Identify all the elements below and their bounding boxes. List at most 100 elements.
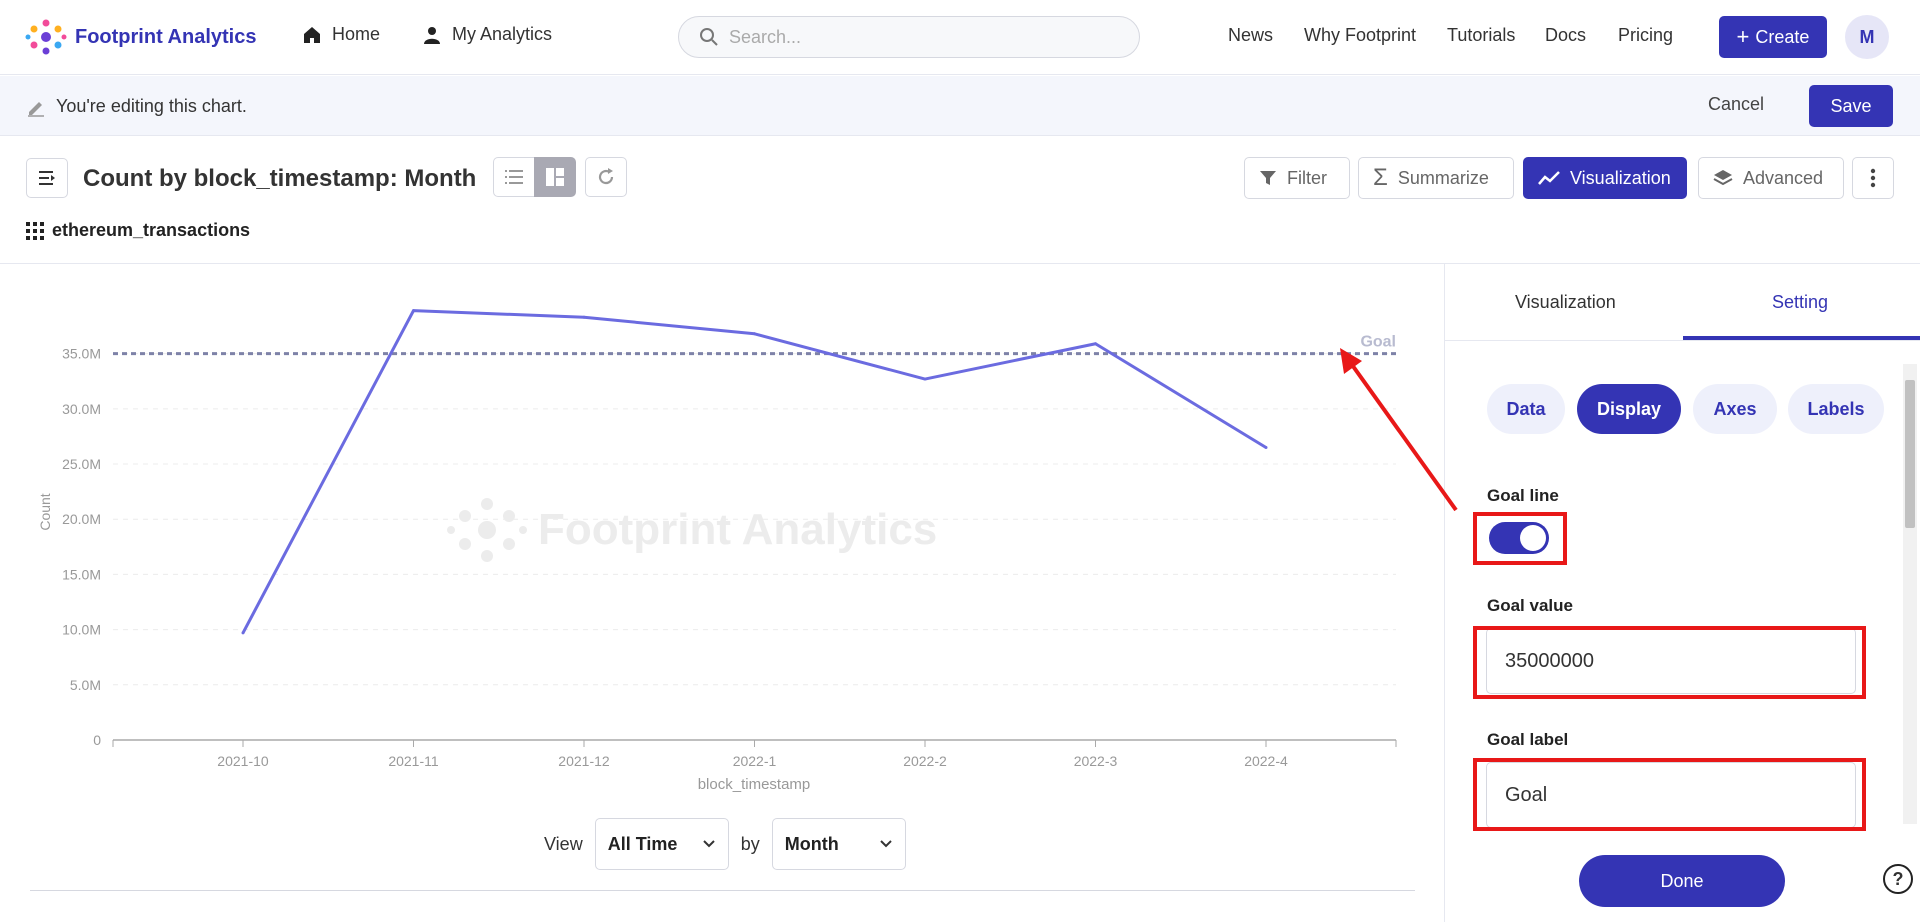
- panel-scrollbar[interactable]: [1903, 364, 1917, 824]
- view-label: View: [544, 833, 583, 854]
- sigma-icon: Σ: [1373, 164, 1388, 191]
- pill-display[interactable]: Display: [1577, 384, 1681, 434]
- nav-why-footprint[interactable]: Why Footprint: [1304, 25, 1416, 46]
- x-tick-label: 2021-12: [558, 753, 610, 769]
- watermark-dot: [478, 521, 496, 539]
- summarize-label: Summarize: [1397, 167, 1489, 188]
- sidebar-toggle-button[interactable]: [26, 158, 68, 198]
- user-icon: [424, 26, 440, 44]
- x-tick-label: 2021-11: [388, 753, 439, 769]
- advanced-button[interactable]: Advanced: [1698, 157, 1844, 199]
- refresh-icon: [598, 168, 614, 185]
- data-point: [1094, 342, 1097, 346]
- y-axis-label: Count: [37, 493, 53, 530]
- avatar[interactable]: M: [1845, 15, 1889, 59]
- list-view-toggle[interactable]: [493, 157, 535, 197]
- watermark-logo-icon: [447, 498, 527, 562]
- plus-icon: +: [1736, 24, 1750, 49]
- watermark-dot: [481, 550, 493, 562]
- x-tick-label: 2022-4: [1244, 753, 1288, 769]
- editing-message: You're editing this chart.: [26, 96, 247, 117]
- settings-panel: Visualization Setting Data Display Axes …: [1444, 264, 1920, 922]
- search-icon: [700, 28, 718, 46]
- nav-docs[interactable]: Docs: [1545, 25, 1586, 46]
- editing-message-text: You're editing this chart.: [56, 96, 247, 116]
- search-input[interactable]: [729, 26, 1089, 48]
- more-options-button[interactable]: [1852, 157, 1894, 199]
- help-icon[interactable]: ?: [1883, 864, 1913, 894]
- y-tick-label: 5.0M: [70, 677, 101, 693]
- time-range-select[interactable]: All Time: [594, 818, 729, 870]
- y-tick-label: 0: [93, 732, 101, 748]
- chevron-down-icon: [880, 840, 892, 848]
- pill-data[interactable]: Data: [1487, 384, 1565, 434]
- filter-button[interactable]: Filter: [1244, 157, 1350, 199]
- goal-label-label: Goal label: [1487, 730, 1569, 749]
- nav-news[interactable]: News: [1228, 25, 1273, 46]
- tab-setting[interactable]: Setting: [1772, 292, 1828, 313]
- data-point: [412, 309, 415, 313]
- summarize-button[interactable]: Σ Summarize: [1358, 157, 1514, 199]
- done-button[interactable]: Done: [1579, 855, 1785, 907]
- pill-labels[interactable]: Labels: [1788, 384, 1884, 434]
- highlight-goal-value: [1473, 626, 1866, 699]
- create-label: Create: [1755, 26, 1810, 47]
- nav-pricing[interactable]: Pricing: [1618, 25, 1673, 46]
- y-tick-label: 35.0M: [62, 346, 101, 362]
- save-button[interactable]: Save: [1809, 85, 1893, 127]
- active-tab-indicator: [1683, 336, 1920, 340]
- visualization-button[interactable]: Visualization: [1523, 157, 1687, 199]
- watermark-dot: [503, 538, 515, 550]
- line-chart-icon: [1538, 171, 1560, 185]
- grid-dots-icon: [26, 221, 44, 240]
- list-icon: [505, 170, 523, 184]
- y-tick-label: 15.0M: [62, 566, 101, 582]
- pill-axes[interactable]: Axes: [1693, 384, 1777, 434]
- footprint-logo-icon: [25, 19, 67, 55]
- watermark-dot: [447, 526, 455, 534]
- x-axis-label: block_timestamp: [698, 776, 811, 793]
- watermark-dot: [459, 510, 471, 522]
- x-tick-label: 2021-10: [217, 753, 269, 769]
- brand-logo[interactable]: Footprint Analytics: [25, 18, 256, 56]
- chart-title: Count by block_timestamp: Month: [83, 165, 477, 192]
- tab-visualization[interactable]: Visualization: [1515, 292, 1616, 313]
- x-tick-label: 2022-1: [733, 753, 777, 769]
- scrollbar-thumb[interactable]: [1905, 380, 1915, 528]
- brand-name: Footprint Analytics: [75, 25, 257, 48]
- watermark-dot: [503, 510, 515, 522]
- line-chart: 0 5.0M 10.0M 15.0M 20.0M 25.0M 30.0M 35.0M 2021-…: [37, 309, 1397, 793]
- goal-value-label: Goal value: [1487, 596, 1573, 615]
- dataset-label[interactable]: ethereum_transactions: [26, 220, 250, 241]
- advanced-label: Advanced: [1743, 167, 1824, 188]
- chevron-down-icon: [702, 840, 715, 848]
- by-label: by: [740, 833, 760, 854]
- nav-home[interactable]: Home: [302, 24, 380, 45]
- filter-icon: [1260, 171, 1276, 185]
- goal-line-label-text: Goal: [1360, 334, 1396, 351]
- series-line: [241, 309, 1267, 634]
- nav-tutorials[interactable]: Tutorials: [1447, 25, 1515, 46]
- menu-collapse-icon: [39, 171, 55, 185]
- refresh-button[interactable]: [585, 157, 627, 197]
- create-button[interactable]: + Create: [1719, 16, 1827, 58]
- search-box[interactable]: [678, 16, 1140, 58]
- layers-icon: [1713, 170, 1733, 186]
- nav-my-analytics-label: My Analytics: [452, 24, 553, 44]
- x-tick-label: 2022-3: [1074, 753, 1118, 769]
- visualization-label: Visualization: [1570, 167, 1671, 188]
- view-controls: View All Time by Month: [544, 818, 906, 870]
- y-tick-label: 10.0M: [62, 622, 101, 638]
- watermark-dot: [481, 498, 493, 510]
- data-point: [1264, 445, 1268, 449]
- cancel-button[interactable]: Cancel: [1708, 94, 1764, 115]
- watermark-dot: [459, 538, 471, 550]
- data-point: [241, 631, 245, 635]
- data-point: [753, 332, 756, 336]
- grid-view-toggle[interactable]: [534, 157, 576, 197]
- nav-home-label: Home: [332, 24, 381, 44]
- time-unit-select[interactable]: Month: [771, 818, 906, 870]
- nav-my-analytics[interactable]: My Analytics: [422, 24, 552, 45]
- home-icon: [304, 26, 320, 43]
- top-nav: Footprint Analytics Home My Analytics Ne…: [0, 0, 1920, 75]
